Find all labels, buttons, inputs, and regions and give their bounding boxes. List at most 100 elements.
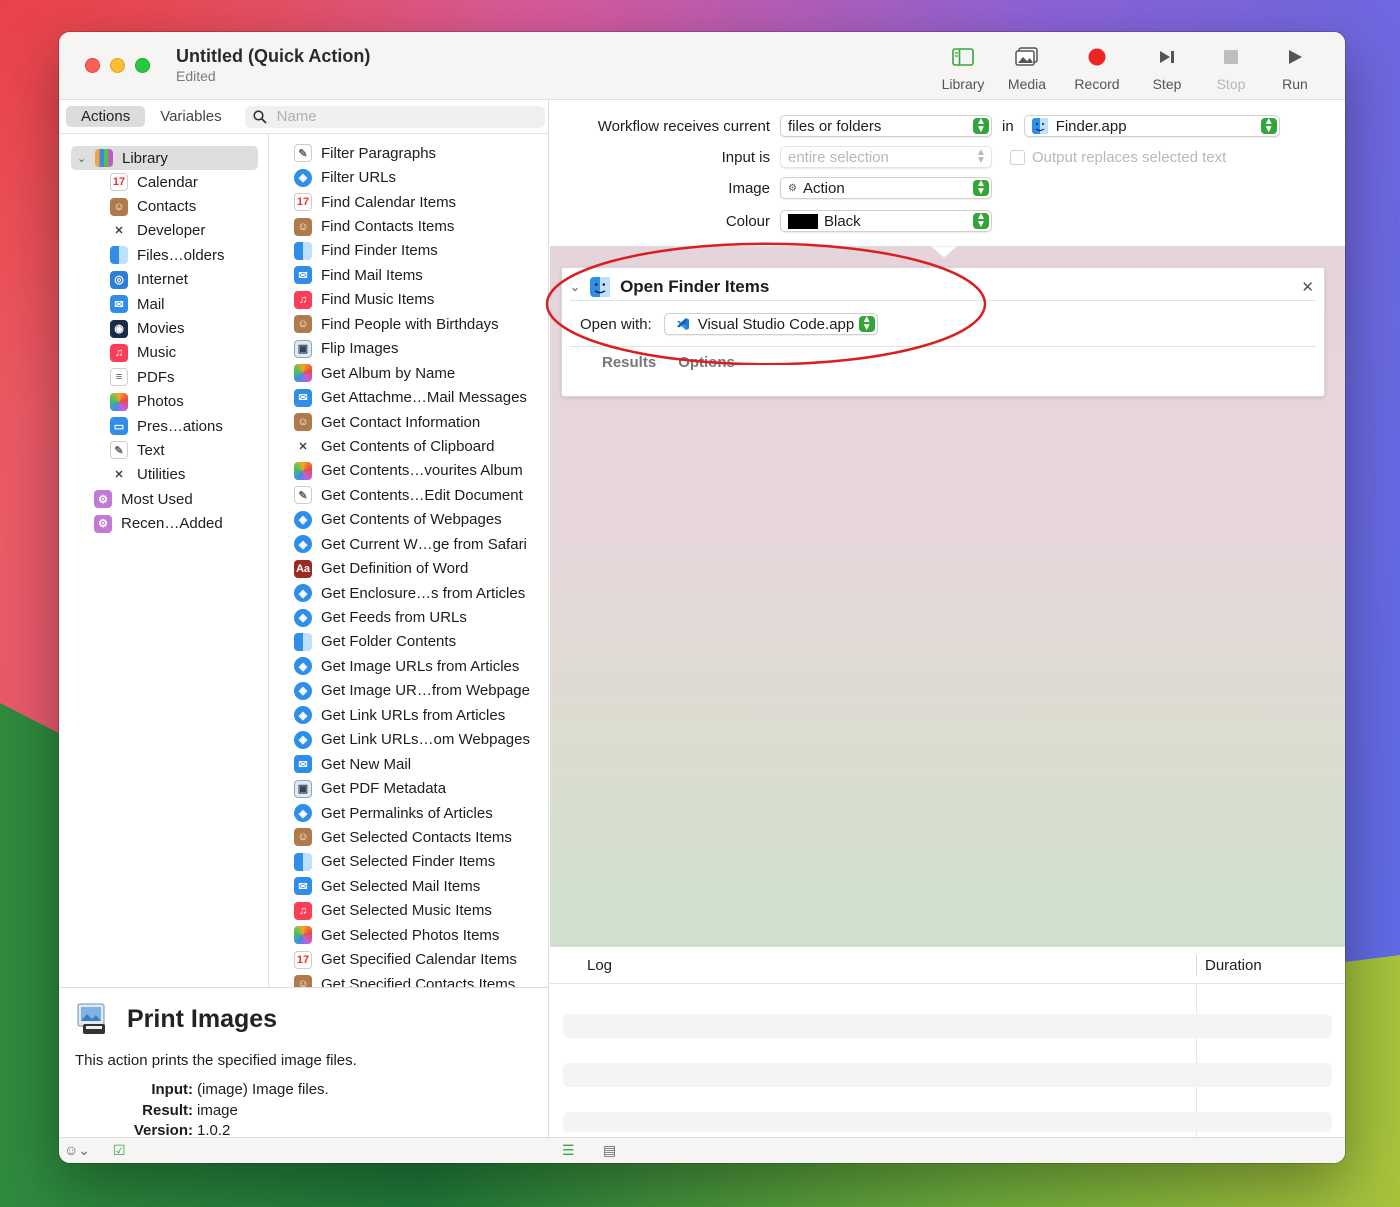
- zoom-window-button[interactable]: [135, 58, 150, 73]
- workflow-canvas[interactable]: ⌄ Open Finder Items ✕ Open with: Visual …: [545, 242, 1345, 947]
- close-icon[interactable]: ✕: [1301, 278, 1314, 296]
- category-item[interactable]: ◎ Internet: [59, 268, 268, 292]
- calendar-icon: 17: [110, 173, 128, 192]
- category-item[interactable]: ≡ PDFs: [59, 365, 268, 389]
- action-list-item[interactable]: ◈ Get Feeds from URLs: [270, 605, 549, 629]
- category-item[interactable]: ✉ Mail: [59, 292, 268, 316]
- action-list-item[interactable]: Aa Get Definition of Word: [270, 556, 549, 580]
- action-list-item[interactable]: 17 Find Calendar Items: [270, 190, 549, 214]
- action-list-item[interactable]: ◈ Get Current W…ge from Safari: [270, 532, 549, 556]
- run-button[interactable]: Run: [1263, 44, 1327, 92]
- action-list-item[interactable]: Get Folder Contents: [270, 630, 549, 654]
- log-column-header[interactable]: Log: [587, 957, 612, 974]
- action-list-item[interactable]: ♫ Get Selected Music Items: [270, 899, 549, 923]
- finder-icon: [590, 277, 611, 297]
- action-list-item[interactable]: ☺ Find Contacts Items: [270, 214, 549, 238]
- image-popup[interactable]: ⚙ Action ▲ ▼: [780, 177, 992, 199]
- action-list-item[interactable]: ◈ Get Image UR…from Webpage: [270, 679, 549, 703]
- media-button[interactable]: Media: [995, 44, 1059, 92]
- colour-label: Colour: [725, 212, 770, 230]
- action-item-label: Get Image URLs from Articles: [321, 657, 520, 675]
- action-list-item[interactable]: ✉ Get Attachme…Mail Messages: [270, 385, 549, 409]
- action-list-item[interactable]: ☺ Get Specified Contacts Items: [270, 972, 549, 987]
- record-button[interactable]: Record: [1059, 44, 1135, 92]
- presentations-icon: ▭: [110, 417, 128, 436]
- action-list-item[interactable]: ☺ Get Contact Information: [270, 410, 549, 434]
- output-replaces-checkbox[interactable]: [1010, 149, 1025, 165]
- receives-popup[interactable]: files or folders ▲ ▼: [780, 115, 992, 137]
- action-list-item[interactable]: ☺ Find People with Birthdays: [270, 312, 549, 336]
- description-toggle-icon[interactable]: ☑: [113, 1142, 126, 1159]
- category-item[interactable]: ✕ Utilities: [59, 463, 268, 487]
- action-list-item[interactable]: ✎ Get Contents…Edit Document: [270, 483, 549, 507]
- action-item-label: Filter Paragraphs: [321, 144, 437, 162]
- category-library[interactable]: ⌄ Library: [71, 146, 258, 170]
- action-list-item[interactable]: ☺ Get Selected Contacts Items: [270, 825, 549, 849]
- open-with-value: Visual Studio Code.app: [697, 315, 855, 333]
- action-list-item[interactable]: ◈ Get Link URLs from Articles: [270, 703, 549, 727]
- tab-results[interactable]: Results: [602, 354, 656, 371]
- tab-variables[interactable]: Variables: [145, 106, 236, 127]
- open-with-popup[interactable]: Visual Studio Code.app ▲ ▼: [663, 313, 878, 335]
- close-window-button[interactable]: [85, 58, 100, 73]
- action-list-item[interactable]: Get Selected Finder Items: [270, 850, 549, 874]
- chevron-down-icon[interactable]: ⌄: [77, 152, 91, 165]
- tab-options[interactable]: Options: [678, 354, 735, 371]
- colour-popup[interactable]: Black ▲ ▼: [780, 210, 992, 232]
- search-field[interactable]: Name: [244, 105, 545, 128]
- category-item-label: PDFs: [137, 368, 175, 386]
- category-item[interactable]: ☺ Contacts: [59, 194, 268, 218]
- category-item[interactable]: Photos: [59, 390, 268, 414]
- split-view-icon[interactable]: ▤: [603, 1142, 616, 1159]
- library-button[interactable]: Library: [931, 44, 995, 92]
- step-button-label: Step: [1152, 76, 1182, 92]
- category-item[interactable]: ♫ Music: [59, 341, 268, 365]
- minimize-window-button[interactable]: [110, 58, 125, 73]
- category-item[interactable]: ▭ Pres…ations: [59, 414, 268, 438]
- action-menu-icon[interactable]: ☺⌄: [64, 1142, 90, 1159]
- smart-folder-icon: ⚙: [94, 490, 112, 509]
- action-list-item[interactable]: ◈ Get Permalinks of Articles: [270, 801, 549, 825]
- action-list-item[interactable]: ✉ Get New Mail: [270, 752, 549, 776]
- action-list-item[interactable]: ✉ Get Selected Mail Items: [270, 874, 549, 898]
- action-list-item[interactable]: ▣ Get PDF Metadata: [270, 776, 549, 800]
- meta-result-key: Result:: [142, 1101, 193, 1119]
- action-list-item[interactable]: ♫ Find Music Items: [270, 288, 549, 312]
- action-list-item[interactable]: ✎ Filter Paragraphs: [270, 141, 549, 165]
- action-list-item[interactable]: Get Selected Photos Items: [270, 923, 549, 947]
- action-list-item[interactable]: ◈ Get Image URLs from Articles: [270, 654, 549, 678]
- category-recently-added-label: Recen…Added: [121, 515, 223, 533]
- action-list-item[interactable]: ◈ Get Enclosure…s from Articles: [270, 581, 549, 605]
- action-open-finder-items[interactable]: ⌄ Open Finder Items ✕ Open with: Visual …: [545, 242, 1325, 397]
- workflow-receives-row: Workflow receives current files or folde…: [550, 115, 1280, 137]
- action-list-item[interactable]: ◈ Get Link URLs…om Webpages: [270, 728, 549, 752]
- stop-button[interactable]: Stop: [1199, 44, 1263, 92]
- input-is-row: Input is entire selection ▲ ▼ Output repl…: [550, 146, 1226, 168]
- action-list-item[interactable]: ▣ Flip Images: [270, 337, 549, 361]
- disclosure-chevron-icon[interactable]: ⌄: [570, 280, 580, 294]
- category-item[interactable]: Files…olders: [59, 243, 268, 267]
- category-most-used[interactable]: ⚙ Most Used: [59, 487, 268, 511]
- action-list-item[interactable]: ✉ Find Mail Items: [270, 263, 549, 287]
- action-list-item[interactable]: ◈ Get Contents of Webpages: [270, 508, 549, 532]
- input-is-popup[interactable]: entire selection ▲ ▼: [780, 146, 992, 168]
- category-item[interactable]: 17 Calendar: [59, 170, 268, 194]
- list-view-icon[interactable]: ☰: [562, 1142, 575, 1159]
- action-item-label: Get Current W…ge from Safari: [321, 535, 527, 553]
- action-list-item[interactable]: Get Album by Name: [270, 361, 549, 385]
- action-list-item[interactable]: ◈ Filter URLs: [270, 165, 549, 189]
- action-list-item[interactable]: Get Contents…vourites Album: [270, 459, 549, 483]
- utilities-icon: ✕: [114, 469, 124, 482]
- category-item[interactable]: ✕ Developer: [59, 219, 268, 243]
- duration-column-header[interactable]: Duration: [1205, 957, 1262, 974]
- tab-actions[interactable]: Actions: [66, 106, 146, 127]
- action-list-item[interactable]: ✕ Get Contents of Clipboard: [270, 434, 549, 458]
- category-item[interactable]: ◉ Movies: [59, 316, 268, 340]
- action-list-item[interactable]: 17 Get Specified Calendar Items: [270, 947, 549, 971]
- action-list-item[interactable]: Find Finder Items: [270, 239, 549, 263]
- application-popup[interactable]: Finder.app ▲ ▼: [1023, 115, 1280, 137]
- description-header: Print Images: [75, 1002, 533, 1036]
- category-recently-added[interactable]: ⚙ Recen…Added: [59, 511, 268, 535]
- category-item[interactable]: ✎ Text: [59, 438, 268, 462]
- step-button[interactable]: Step: [1135, 44, 1199, 92]
